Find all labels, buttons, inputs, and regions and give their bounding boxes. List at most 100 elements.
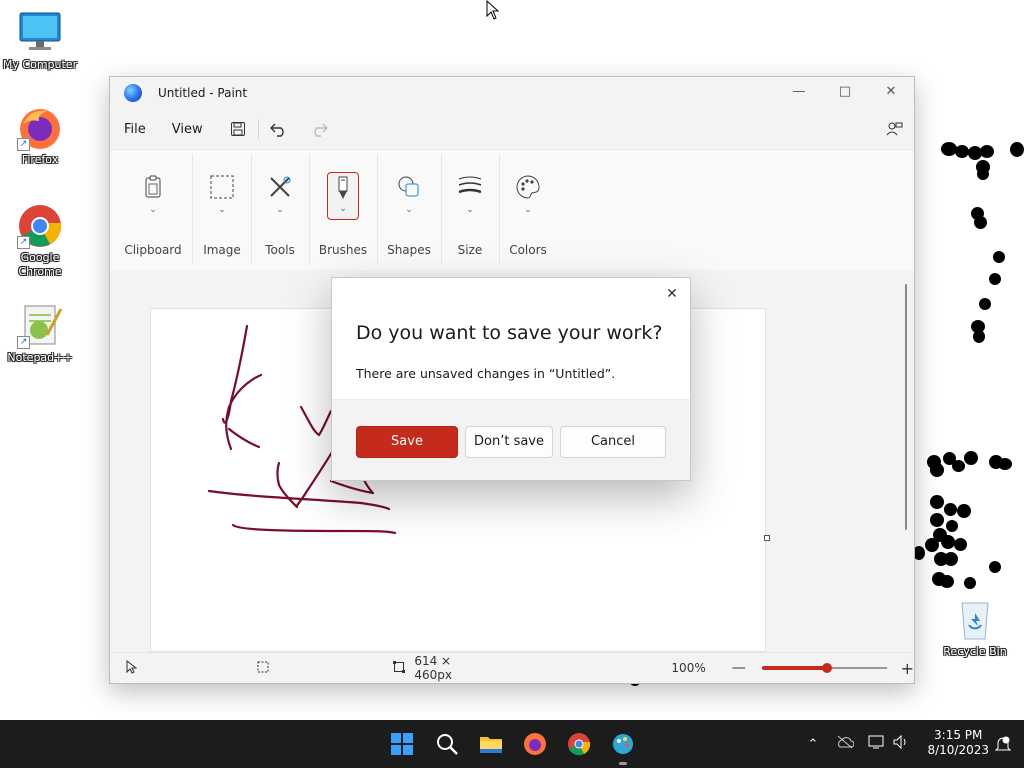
- volume-icon[interactable]: [892, 734, 910, 754]
- ribbon-group-tools[interactable]: ⌄ Tools: [254, 150, 306, 268]
- dialog-footer: Save Don’t save Cancel: [332, 399, 690, 480]
- save-button[interactable]: Save: [356, 426, 458, 458]
- undo-icon[interactable]: [265, 115, 293, 143]
- zoom-level: 100%: [671, 661, 706, 675]
- share-icon[interactable]: [880, 115, 908, 143]
- ribbon-group-clipboard[interactable]: ⌄ Clipboard: [120, 150, 186, 268]
- ribbon: ⌄ Clipboard ⌄ Image ⌄ Tools ⌄ Brushes ⌄ …: [110, 149, 914, 271]
- ribbon-group-label: Size: [457, 243, 483, 257]
- ribbon-group-label: Brushes: [318, 243, 368, 257]
- paint-app-icon: [124, 84, 142, 102]
- dont-save-button[interactable]: Don’t save: [465, 426, 553, 458]
- dialog-title: Do you want to save your work?: [356, 322, 663, 344]
- ribbon-group-size[interactable]: ⌄ Size: [444, 150, 496, 268]
- onedrive-icon[interactable]: [836, 735, 855, 753]
- ribbon-group-label: Colors: [509, 243, 547, 257]
- taskbar-clock[interactable]: 3:15 PM 8/10/2023: [927, 728, 989, 758]
- monitor-icon: [17, 10, 63, 56]
- start-icon[interactable]: [390, 732, 414, 756]
- chrome-icon: ↗: [17, 203, 63, 249]
- redo-icon[interactable]: [305, 115, 333, 143]
- active-app-indicator: [619, 762, 627, 765]
- notification-icon[interactable]: [994, 735, 1012, 756]
- palette-icon: [515, 174, 541, 200]
- ribbon-separator: [377, 154, 378, 264]
- save-icon[interactable]: [224, 115, 252, 143]
- canvas-resize-handle[interactable]: [764, 535, 770, 541]
- menu-bar: File View: [110, 113, 914, 145]
- ribbon-group-label: Shapes: [387, 243, 431, 257]
- chrome-taskbar-icon[interactable]: [567, 732, 591, 756]
- notepad-plus-plus-icon: ↗: [17, 303, 63, 349]
- cancel-button[interactable]: Cancel: [560, 426, 666, 458]
- desktop-icon-label: Google Chrome: [18, 251, 62, 278]
- zoom-slider-thumb[interactable]: [821, 663, 832, 673]
- mouse-cursor-icon: [486, 0, 500, 23]
- firefox-taskbar-icon[interactable]: [523, 732, 547, 756]
- search-icon[interactable]: [435, 732, 459, 756]
- selection-size-icon: [257, 661, 270, 676]
- firefox-icon: ↗: [17, 105, 63, 151]
- chevron-down-icon: ⌄: [524, 205, 532, 215]
- desktop-icon-notepad-plus-plus[interactable]: ↗ Notepad++: [0, 303, 80, 365]
- ribbon-separator: [251, 154, 252, 264]
- menu-separator: [257, 119, 259, 139]
- pointer-icon: [126, 659, 139, 677]
- shortcut-arrow-icon: ↗: [17, 336, 30, 349]
- zoom-slider[interactable]: [761, 661, 887, 675]
- taskbar-time: 3:15 PM: [934, 728, 983, 742]
- chevron-down-icon: ⌄: [466, 205, 474, 215]
- shapes-icon: [396, 174, 422, 200]
- ribbon-separator: [192, 154, 193, 264]
- size-icon: [457, 174, 483, 200]
- vertical-scrollbar[interactable]: [905, 284, 907, 530]
- ribbon-group-label: Image: [203, 243, 241, 257]
- chevron-up-icon[interactable]: ⌃: [804, 737, 822, 752]
- maximize-button[interactable]: □: [822, 77, 868, 107]
- minimize-button[interactable]: —: [776, 77, 822, 107]
- clipboard-icon: [140, 174, 166, 200]
- file-explorer-icon[interactable]: [479, 732, 503, 756]
- desktop-icon-recycle-bin[interactable]: Recycle Bin: [935, 597, 1015, 659]
- shortcut-arrow-icon: ↗: [17, 138, 30, 151]
- ribbon-group-colors[interactable]: ⌄ Colors: [502, 150, 554, 268]
- ribbon-group-shapes[interactable]: ⌄ Shapes: [380, 150, 438, 268]
- desktop-icon-label: Recycle Bin: [943, 645, 1007, 658]
- paint-taskbar-icon[interactable]: [611, 732, 635, 765]
- zoom-in-button[interactable]: +: [901, 659, 914, 678]
- zoom-out-button[interactable]: —: [732, 660, 746, 676]
- shortcut-arrow-icon: ↗: [17, 236, 30, 249]
- selection-icon: [209, 174, 235, 200]
- zoom-slider-fill: [761, 666, 827, 670]
- chevron-down-icon: ⌄: [149, 205, 157, 215]
- desktop-icon-my-computer[interactable]: My Computer: [0, 10, 80, 72]
- ribbon-group-label: Tools: [265, 243, 295, 257]
- dialog-message: There are unsaved changes in “Untitled”.: [356, 366, 616, 381]
- canvas-size-icon: [392, 660, 406, 676]
- window-title: Untitled - Paint: [158, 86, 248, 100]
- menu-view[interactable]: View: [165, 122, 210, 137]
- ribbon-separator: [309, 154, 310, 264]
- network-icon[interactable]: [868, 734, 886, 754]
- menu-file[interactable]: File: [117, 122, 153, 137]
- taskbar: ⌃ 3:15 PM 8/10/2023: [0, 720, 1024, 768]
- taskbar-date: 8/10/2023: [927, 743, 989, 757]
- ribbon-group-image[interactable]: ⌄ Image: [196, 150, 248, 268]
- ribbon-separator: [499, 154, 500, 264]
- ribbon-group-label: Clipboard: [124, 243, 182, 257]
- close-window-button[interactable]: ✕: [868, 77, 914, 107]
- status-bar: 614 × 460px 100% — +: [110, 652, 914, 683]
- chevron-down-icon: ⌄: [276, 205, 284, 215]
- canvas-size-text: 614 × 460px: [414, 654, 452, 682]
- desktop-icon-label: My Computer: [2, 58, 78, 71]
- desktop-icon-label: Notepad++: [7, 351, 73, 364]
- desktop-icon-google-chrome[interactable]: ↗ Google Chrome: [0, 203, 80, 279]
- dialog-close-icon[interactable]: ✕: [660, 282, 684, 306]
- ribbon-group-brushes[interactable]: ⌄ Brushes: [312, 150, 374, 268]
- save-dialog: ✕ Do you want to save your work? There a…: [331, 277, 691, 481]
- recycle-bin-icon: [952, 597, 998, 643]
- title-bar: Untitled - Paint — □ ✕: [110, 77, 914, 109]
- chevron-down-icon: ⌄: [339, 204, 347, 214]
- desktop-icon-firefox[interactable]: ↗ Firefox: [0, 105, 80, 167]
- ribbon-separator: [441, 154, 442, 264]
